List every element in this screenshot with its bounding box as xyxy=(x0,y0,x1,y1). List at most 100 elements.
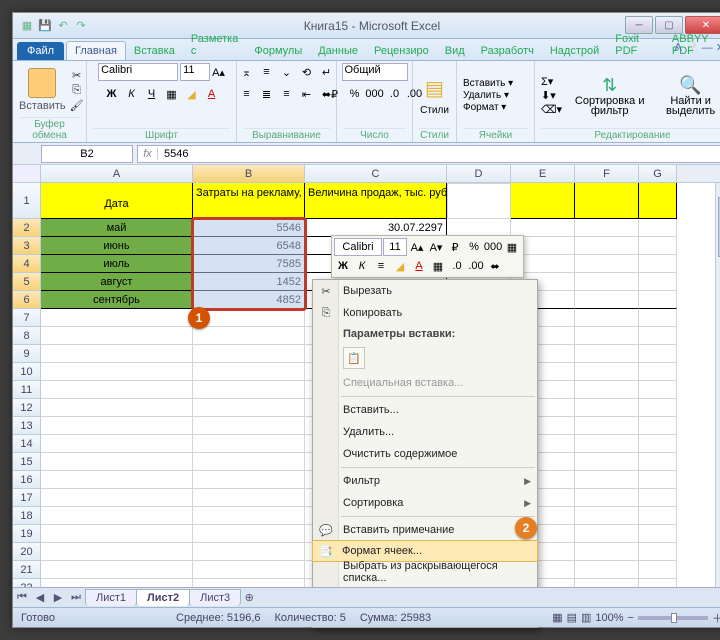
find-select-button[interactable]: 🔍 Найти и выделить xyxy=(657,75,720,116)
col-header-E[interactable]: E xyxy=(511,165,575,182)
cell[interactable] xyxy=(575,471,639,489)
ctx-sort[interactable]: Сортировка▶ xyxy=(313,492,537,514)
mini-merge-icon[interactable]: ⬌ xyxy=(486,257,504,275)
sheet-nav-last-icon[interactable]: ⏭ xyxy=(68,590,84,606)
font-color-icon[interactable]: A xyxy=(203,85,221,103)
number-format-select[interactable]: Общий xyxy=(342,63,408,81)
cell[interactable]: 1452 xyxy=(193,273,305,291)
cell[interactable] xyxy=(639,435,677,453)
cell[interactable] xyxy=(639,471,677,489)
cell[interactable] xyxy=(41,525,193,543)
cell[interactable] xyxy=(639,273,677,291)
view-normal-icon[interactable]: ▦ xyxy=(552,611,562,624)
mini-percent-icon[interactable]: % xyxy=(465,238,483,256)
mini-align-icon[interactable]: ≡ xyxy=(372,257,390,275)
row-header[interactable]: 18 xyxy=(13,507,41,525)
cell[interactable] xyxy=(639,363,677,381)
mini-comma-icon[interactable]: 000 xyxy=(484,238,502,256)
cell[interactable] xyxy=(575,219,639,237)
ctx-pick-from-list[interactable]: Выбрать из раскрывающегося списка... xyxy=(313,561,537,583)
sheet-nav-next-icon[interactable]: ▶ xyxy=(50,590,66,606)
cell[interactable] xyxy=(193,471,305,489)
cell[interactable] xyxy=(193,489,305,507)
vertical-scrollbar[interactable] xyxy=(715,183,720,587)
row-header[interactable]: 5 xyxy=(13,273,41,291)
row-header[interactable]: 15 xyxy=(13,453,41,471)
cell[interactable] xyxy=(575,399,639,417)
wrap-text-icon[interactable]: ↵ xyxy=(318,63,336,81)
cell[interactable] xyxy=(575,525,639,543)
tab-developer[interactable]: Разработч xyxy=(473,42,542,60)
col-header-F[interactable]: F xyxy=(575,165,639,182)
cell[interactable] xyxy=(193,507,305,525)
currency-icon[interactable]: ₽ xyxy=(326,85,344,103)
cell[interactable] xyxy=(193,363,305,381)
cell[interactable] xyxy=(575,291,639,309)
cell[interactable] xyxy=(193,435,305,453)
cell[interactable]: Дата xyxy=(41,183,193,219)
mini-dec-dec-icon[interactable]: .00 xyxy=(467,257,485,275)
cell[interactable] xyxy=(41,453,193,471)
bold-icon[interactable]: Ж xyxy=(103,85,121,103)
mini-inc-dec-icon[interactable]: .0 xyxy=(448,257,466,275)
cell[interactable] xyxy=(575,489,639,507)
cell[interactable] xyxy=(41,345,193,363)
mini-shrink-icon[interactable]: A▾ xyxy=(427,238,445,256)
cell[interactable] xyxy=(41,435,193,453)
grid[interactable]: 1 Дата Затраты на рекламу, тыс. руб. Вел… xyxy=(13,183,720,579)
cell[interactable] xyxy=(575,345,639,363)
cell[interactable] xyxy=(639,399,677,417)
cell[interactable] xyxy=(41,309,193,327)
ctx-format-cells[interactable]: 📑Формат ячеек... xyxy=(312,540,538,562)
tab-data[interactable]: Данные xyxy=(310,42,366,60)
mini-italic-icon[interactable]: К xyxy=(353,257,371,275)
mini-grow-icon[interactable]: A▴ xyxy=(408,238,426,256)
clear-icon[interactable]: ⌫▾ xyxy=(541,103,562,116)
cell[interactable]: Величина продаж, тыс. руб. xyxy=(305,183,447,219)
row-header[interactable]: 7 xyxy=(13,309,41,327)
sheet-nav-prev-icon[interactable]: ◀ xyxy=(32,590,48,606)
cell[interactable] xyxy=(41,417,193,435)
col-header-C[interactable]: C xyxy=(305,165,447,182)
cell[interactable] xyxy=(41,399,193,417)
cell[interactable] xyxy=(193,525,305,543)
mini-currency-icon[interactable]: ₽ xyxy=(446,238,464,256)
italic-icon[interactable]: К xyxy=(123,85,141,103)
cell[interactable] xyxy=(41,507,193,525)
format-painter-icon[interactable]: 🖌 xyxy=(70,99,84,112)
cell[interactable] xyxy=(639,507,677,525)
row-header[interactable]: 6 xyxy=(13,291,41,309)
cell[interactable] xyxy=(639,417,677,435)
cell[interactable]: 4852 xyxy=(193,291,305,309)
row-header[interactable]: 2 xyxy=(13,219,41,237)
name-box[interactable]: B2 xyxy=(41,145,133,163)
mini-bold-icon[interactable]: Ж xyxy=(334,257,352,275)
col-header-B[interactable]: B xyxy=(193,165,305,182)
tab-foxit[interactable]: Foxit PDF xyxy=(607,30,664,60)
col-header-D[interactable]: D xyxy=(447,165,511,182)
cell[interactable]: май xyxy=(41,219,193,237)
new-sheet-icon[interactable]: ⊕ xyxy=(241,590,257,606)
row-header[interactable]: 14 xyxy=(13,435,41,453)
cell[interactable]: август xyxy=(41,273,193,291)
cell[interactable] xyxy=(575,417,639,435)
cell[interactable] xyxy=(511,183,575,219)
cell[interactable] xyxy=(639,291,677,309)
align-top-icon[interactable]: ⌅ xyxy=(238,63,256,81)
zoom-out-icon[interactable]: − xyxy=(628,612,634,624)
formula-bar[interactable]: fx 5546 xyxy=(137,145,720,163)
cell[interactable] xyxy=(575,435,639,453)
percent-icon[interactable]: % xyxy=(346,85,364,103)
row-header[interactable]: 20 xyxy=(13,543,41,561)
cell[interactable] xyxy=(193,417,305,435)
tab-page-layout[interactable]: Разметка с xyxy=(183,30,247,60)
ctx-delete[interactable]: Удалить... xyxy=(313,421,537,443)
fill-color-icon[interactable]: ◢ xyxy=(183,85,201,103)
cell[interactable] xyxy=(575,309,639,327)
cell[interactable] xyxy=(639,219,677,237)
cell[interactable] xyxy=(193,453,305,471)
cell[interactable] xyxy=(575,255,639,273)
cell[interactable]: 6548 xyxy=(193,237,305,255)
row-header[interactable]: 9 xyxy=(13,345,41,363)
zoom-slider[interactable] xyxy=(638,616,708,620)
